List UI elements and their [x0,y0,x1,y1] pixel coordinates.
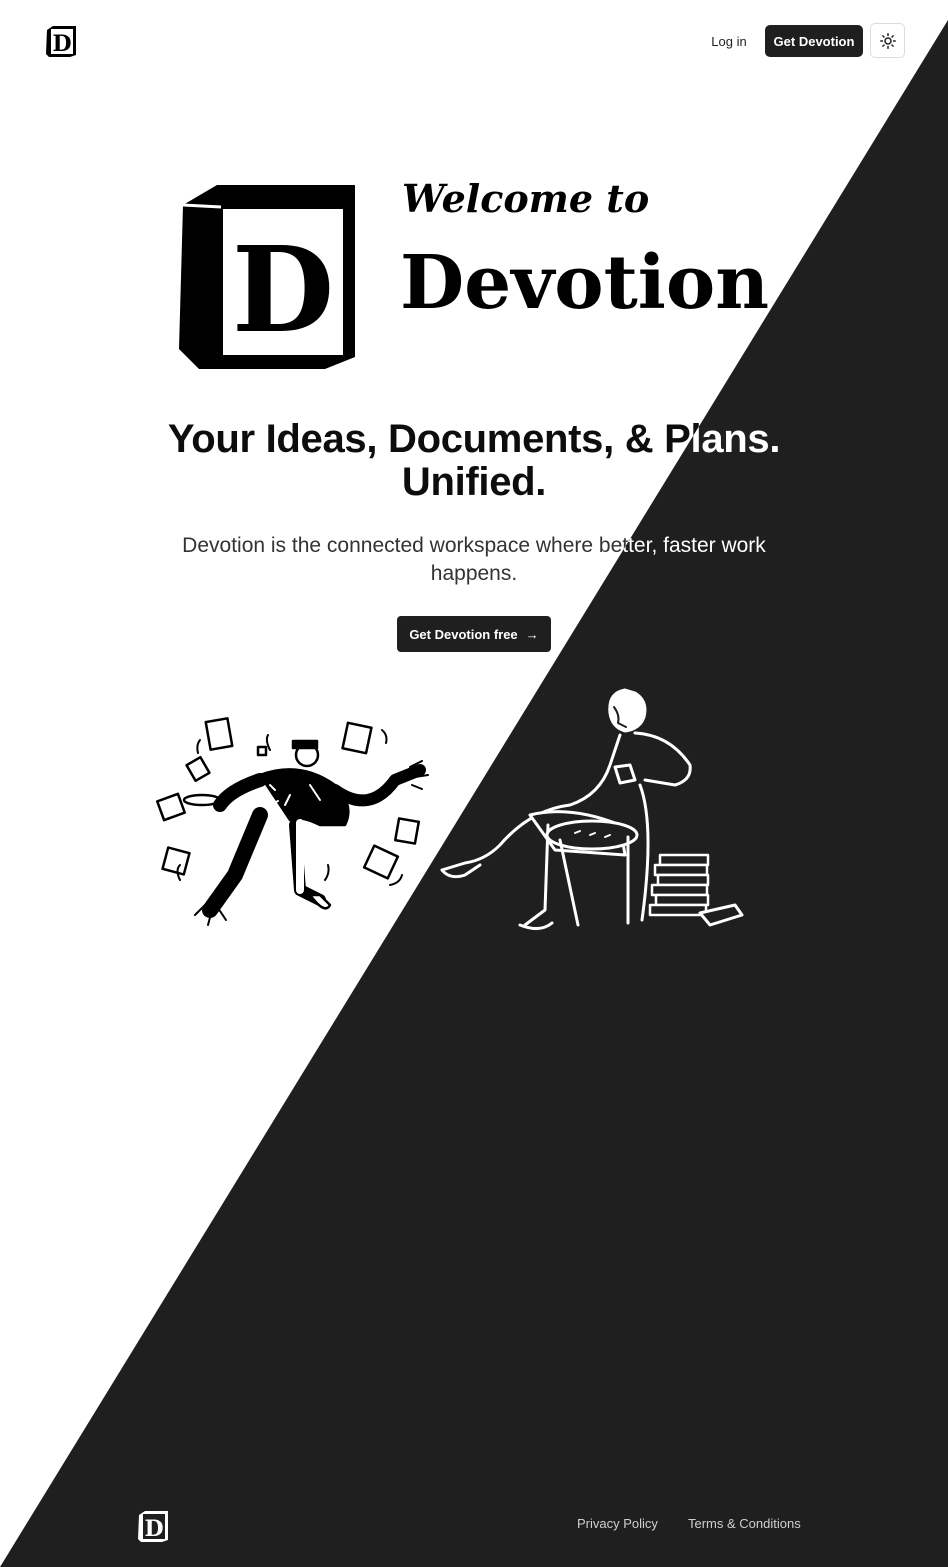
juggling-papers-illustration [155,717,429,926]
brand-name: Devotion [400,240,770,326]
arrow-right-icon: → [525,626,539,642]
svg-text:D: D [52,31,71,57]
devotion-logo-large: D [179,185,355,369]
welcome-text: Welcome to [402,176,650,221]
login-button[interactable]: Log in [700,26,758,56]
devotion-logo-icon[interactable]: D [43,23,79,59]
cta-button[interactable]: Get Devotion free → [397,616,551,652]
book-stack [648,853,710,917]
logo-letter: D [232,220,334,359]
cta-label: Get Devotion free [409,626,518,642]
terms-conditions-link[interactable]: Terms & Conditions [688,1516,801,1531]
sun-icon [879,32,896,49]
get-devotion-button[interactable]: Get Devotion [765,25,863,57]
privacy-policy-link[interactable]: Privacy Policy [577,1516,658,1531]
theme-toggle-button[interactable] [870,23,905,58]
svg-text:D: D [144,1516,163,1542]
devotion-logo-icon[interactable]: D [135,1508,171,1544]
